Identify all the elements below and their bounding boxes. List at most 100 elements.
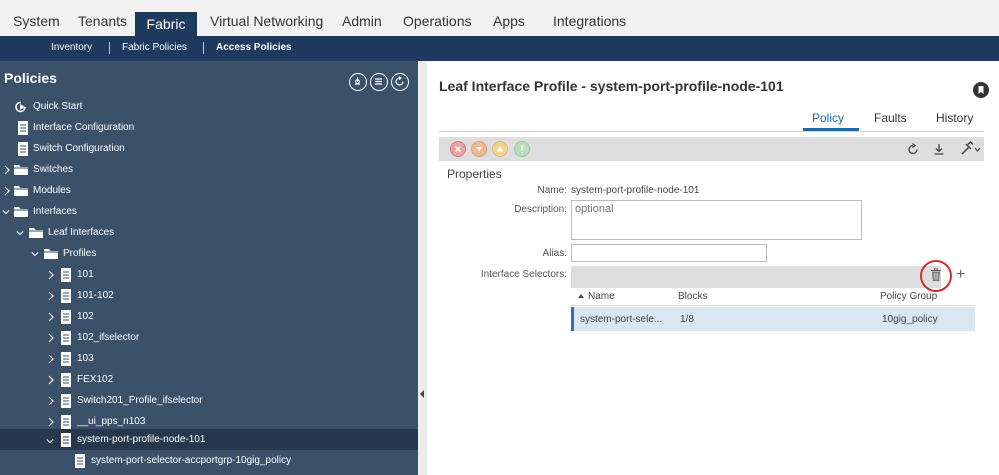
sort-ascending-icon[interactable] — [578, 294, 584, 298]
table-header-divider — [571, 305, 975, 306]
tree-item-label: system-port-profile-node-101 — [77, 434, 206, 445]
tree-item-leaf-interfaces[interactable]: Leaf Interfaces — [0, 223, 418, 243]
tree-item-label: Switch201_Profile_ifselector — [77, 395, 203, 406]
major-icon[interactable] — [471, 141, 487, 157]
column-header-name[interactable]: Name — [588, 291, 615, 302]
tree-item-switch-configuration[interactable]: Switch Configuration — [0, 139, 418, 159]
document-icon — [18, 142, 28, 156]
tree-item-label: system-port-selector-accportgrp-10gig_po… — [91, 455, 292, 466]
subnav-inventory[interactable]: Inventory — [51, 42, 92, 53]
tree-item-profile-101-102[interactable]: 101-102 — [0, 286, 418, 306]
tree-item-profile-switch201[interactable]: Switch201_Profile_ifselector — [0, 391, 418, 411]
tree-item-label: Interface Configuration — [33, 122, 135, 133]
chevron-right-icon[interactable] — [47, 270, 55, 280]
document-icon — [61, 289, 71, 303]
folder-icon — [14, 186, 28, 196]
tree-item-profiles[interactable]: Profiles — [0, 244, 418, 264]
main-pane: Leaf Interface Profile - system-port-pro… — [427, 61, 999, 475]
tab-faults[interactable]: Faults — [874, 111, 907, 125]
settings-icon[interactable] — [349, 73, 367, 91]
alias-input[interactable] — [571, 244, 767, 262]
description-label: Description: — [514, 204, 567, 215]
tree-item-switches[interactable]: Switches — [0, 160, 418, 180]
properties-heading: Properties — [447, 167, 502, 181]
warning-icon[interactable] — [514, 141, 530, 157]
tree-item-profile-103[interactable]: 103 — [0, 349, 418, 369]
tree-item-label: Leaf Interfaces — [48, 227, 115, 238]
tree-item-profile-system-port-node-101[interactable]: system-port-profile-node-101 — [0, 429, 418, 450]
tab-apps[interactable]: Apps — [493, 6, 525, 36]
chevron-down-icon[interactable] — [2, 207, 10, 217]
chevron-right-icon[interactable] — [3, 186, 11, 196]
chevron-right-icon[interactable] — [3, 165, 11, 175]
minor-icon[interactable] — [492, 141, 508, 157]
chevron-down-icon[interactable] — [31, 249, 39, 259]
subnav-divider — [109, 42, 110, 54]
trash-icon[interactable] — [930, 268, 942, 282]
tree-item-label: 101 — [77, 269, 94, 280]
interface-selectors-label: Interface Selectors: — [480, 269, 567, 280]
pane-splitter[interactable] — [418, 61, 427, 475]
tree-item-profile-fex102[interactable]: FEX102 — [0, 370, 418, 390]
description-input[interactable] — [571, 200, 862, 240]
tab-operations[interactable]: Operations — [403, 6, 471, 36]
chevron-down-icon[interactable] — [46, 436, 54, 446]
collapse-arrow-icon[interactable] — [420, 390, 424, 398]
tab-fabric[interactable]: Fabric — [135, 12, 197, 36]
folder-icon — [14, 165, 28, 175]
document-icon — [61, 415, 71, 429]
tree-item-port-selector[interactable]: system-port-selector-accportgrp-10gig_po… — [0, 451, 418, 471]
top-nav: System Tenants Fabric Virtual Networking… — [0, 0, 999, 36]
tree-item-interface-configuration[interactable]: Interface Configuration — [0, 118, 418, 138]
document-icon — [61, 394, 71, 408]
folder-icon — [29, 228, 43, 238]
tab-tenants[interactable]: Tenants — [78, 6, 127, 36]
tab-history[interactable]: History — [936, 111, 973, 125]
document-icon — [61, 352, 71, 366]
cell-policy-group: 10gig_policy — [882, 314, 938, 325]
document-icon — [61, 373, 71, 387]
tree-item-label: 102 — [77, 311, 94, 322]
tab-virtual-networking[interactable]: Virtual Networking — [210, 6, 323, 36]
tree-item-profile-101[interactable]: 101 — [0, 265, 418, 285]
chevron-right-icon[interactable] — [47, 333, 55, 343]
list-icon[interactable] — [370, 73, 388, 91]
bookmark-icon[interactable] — [973, 82, 989, 98]
tree-item-modules[interactable]: Modules — [0, 181, 418, 201]
critical-icon[interactable] — [450, 141, 466, 157]
tab-policy[interactable]: Policy — [812, 111, 844, 125]
tree-item-interfaces[interactable]: Interfaces — [0, 202, 418, 222]
tools-icon[interactable] — [959, 141, 981, 157]
document-icon — [61, 433, 71, 447]
download-icon[interactable] — [931, 141, 947, 157]
tree-item-label: FEX102 — [77, 374, 114, 385]
chevron-right-icon[interactable] — [47, 417, 55, 427]
folder-icon — [44, 249, 58, 259]
chevron-right-icon[interactable] — [47, 291, 55, 301]
column-header-policy-group[interactable]: Policy Group — [880, 291, 937, 302]
subnav-fabric-policies[interactable]: Fabric Policies — [122, 42, 187, 53]
tab-system[interactable]: System — [13, 6, 60, 36]
column-header-blocks[interactable]: Blocks — [678, 291, 707, 302]
tree-item-profile-102[interactable]: 102 — [0, 307, 418, 327]
tab-integrations[interactable]: Integrations — [553, 6, 626, 36]
refresh-icon[interactable] — [391, 73, 409, 91]
policies-sidebar: Policies Quick Start Interface Configura… — [0, 61, 418, 475]
refresh-icon[interactable] — [905, 141, 921, 157]
folder-icon — [14, 207, 28, 217]
subnav-access-policies[interactable]: Access Policies — [216, 42, 292, 53]
document-icon — [75, 454, 85, 468]
chevron-right-icon[interactable] — [47, 375, 55, 385]
chevron-right-icon[interactable] — [47, 354, 55, 364]
tree-item-label: 102_ifselector — [77, 332, 140, 343]
page-title: Leaf Interface Profile - system-port-pro… — [439, 78, 784, 94]
tree-item-profile-102-ifselector[interactable]: 102_ifselector — [0, 328, 418, 348]
chevron-right-icon[interactable] — [47, 312, 55, 322]
tree-item-label: Switch Configuration — [33, 143, 125, 154]
chevron-down-icon[interactable] — [16, 228, 24, 238]
chevron-right-icon[interactable] — [47, 396, 55, 406]
table-row[interactable]: system-port-sele... 1/8 10gig_policy — [571, 307, 975, 331]
tree-item-quick-start[interactable]: Quick Start — [0, 97, 418, 117]
tab-admin[interactable]: Admin — [342, 6, 382, 36]
add-icon[interactable]: + — [956, 266, 965, 284]
